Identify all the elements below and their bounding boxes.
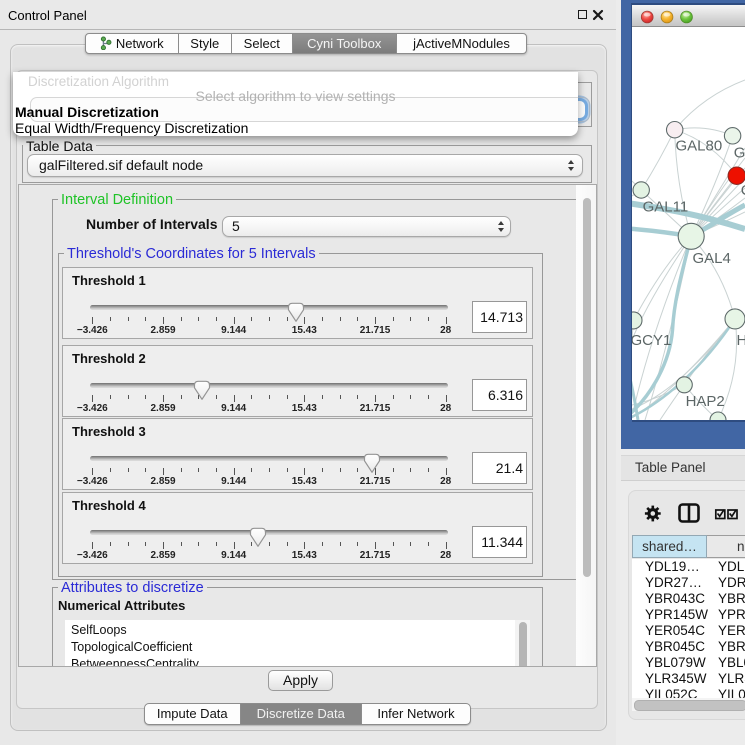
svg-text:GAL7: GAL7	[734, 145, 745, 162]
svg-text:HAP2: HAP2	[686, 393, 725, 410]
svg-text:GAL4: GAL4	[693, 250, 731, 267]
svg-text:GAL80: GAL80	[676, 138, 723, 155]
svg-text:CYC: CYC	[741, 182, 745, 199]
svg-text:GAL11: GAL11	[643, 199, 689, 216]
svg-text:GCY1: GCY1	[632, 332, 671, 349]
svg-text:HIS: HIS	[737, 332, 745, 349]
